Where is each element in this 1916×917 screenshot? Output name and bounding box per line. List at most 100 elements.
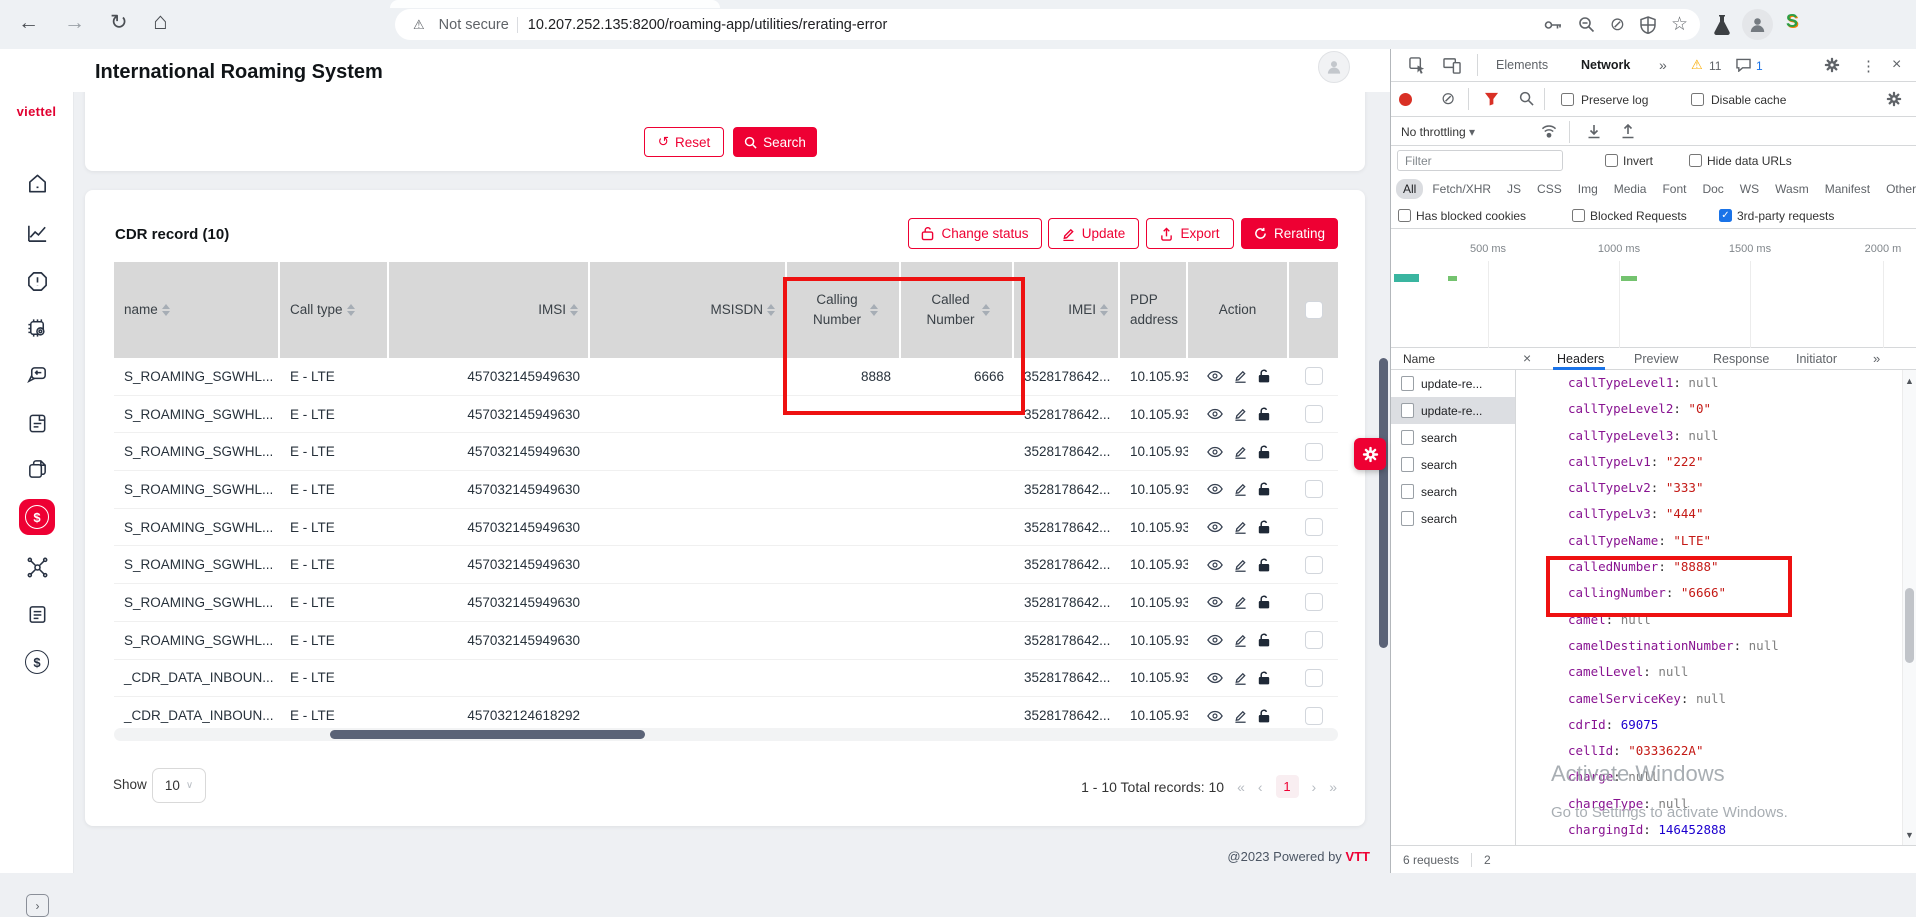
url-bar[interactable]: ⚠ Not secure 10.207.252.135:8200/roaming… — [395, 9, 1700, 40]
scroll-down-icon[interactable]: ▼ — [1905, 830, 1914, 840]
tab-headers[interactable]: Headers — [1557, 352, 1604, 366]
type-filter-chip[interactable]: Fetch/XHR — [1425, 179, 1498, 199]
preserve-log-checkbox[interactable] — [1561, 93, 1574, 106]
tab-network[interactable]: Network — [1581, 58, 1630, 72]
type-filter-chip[interactable]: Font — [1655, 179, 1693, 199]
hide-data-urls-checkbox[interactable] — [1689, 154, 1702, 167]
row-checkbox[interactable] — [1305, 480, 1323, 498]
table-row[interactable]: S_ROAMING_SGWHL... E - LTE 4570321459496… — [114, 622, 1338, 660]
payload-line[interactable]: callingNumber: "6666" — [1516, 580, 1902, 606]
blocked-requests-checkbox[interactable] — [1572, 209, 1585, 222]
col-header-call-type[interactable]: Call type — [280, 262, 389, 358]
rerating-button[interactable]: Rerating — [1241, 218, 1338, 249]
reset-button[interactable]: ↺ Reset — [644, 127, 724, 157]
table-row[interactable]: S_ROAMING_SGWHL... E - LTE 4570321459496… — [114, 396, 1338, 434]
sort-icon[interactable] — [570, 304, 578, 316]
type-filter-chip[interactable]: All — [1396, 179, 1423, 199]
payload-line[interactable]: callTypeLevel2: "0" — [1516, 396, 1902, 422]
cell-select[interactable] — [1289, 509, 1338, 546]
more-tabs-icon[interactable]: » — [1659, 57, 1667, 73]
console-messages-icon[interactable] — [1736, 58, 1751, 72]
close-devtools-icon[interactable]: × — [1892, 56, 1901, 74]
has-blocked-cookies-checkbox[interactable] — [1398, 209, 1411, 222]
view-eye-icon[interactable] — [1207, 672, 1223, 684]
request-row[interactable]: update-re... — [1391, 397, 1515, 424]
kebab-menu-icon[interactable]: ⋮ — [1861, 57, 1876, 75]
export-har-icon[interactable] — [1621, 124, 1635, 139]
edit-pencil-icon[interactable] — [1234, 709, 1247, 723]
cell-select[interactable] — [1289, 471, 1338, 508]
close-detail-icon[interactable]: × — [1523, 350, 1531, 366]
edit-pencil-icon[interactable] — [1234, 369, 1247, 383]
select-all-checkbox[interactable] — [1305, 301, 1323, 319]
payload-line[interactable]: callTypeLv2: "333" — [1516, 475, 1902, 501]
payload-line[interactable]: callTypeLevel1: null — [1516, 370, 1902, 396]
view-eye-icon[interactable] — [1207, 521, 1223, 533]
type-filter-chip[interactable]: Img — [1571, 179, 1605, 199]
payload-line[interactable]: camel: null — [1516, 607, 1902, 633]
lock-icon[interactable] — [1258, 445, 1270, 459]
warning-badge-icon[interactable]: ⚠ — [1691, 57, 1703, 73]
table-row[interactable]: S_ROAMING_SGWHL... E - LTE 4570321459496… — [114, 433, 1338, 471]
scroll-up-icon[interactable]: ▲ — [1905, 376, 1914, 386]
sort-icon[interactable] — [982, 304, 990, 316]
request-row[interactable]: search — [1391, 505, 1515, 532]
sidebar-item-copies[interactable] — [19, 451, 55, 487]
network-overview[interactable]: 500 ms 1000 ms 1500 ms 2000 m — [1391, 229, 1916, 348]
profile-avatar[interactable] — [1742, 9, 1773, 40]
sidebar-item-finance[interactable]: $ — [19, 644, 55, 680]
back-icon[interactable]: ← — [18, 12, 39, 33]
extension-s-icon[interactable]: S — [1786, 11, 1798, 32]
col-header-calling-number[interactable]: Calling Number — [787, 262, 901, 358]
search-button[interactable]: Search — [733, 127, 817, 157]
sort-icon[interactable] — [162, 304, 170, 316]
tab-response[interactable]: Response — [1713, 352, 1769, 366]
cell-select[interactable] — [1289, 660, 1338, 697]
view-eye-icon[interactable] — [1207, 446, 1223, 458]
lock-icon[interactable] — [1258, 558, 1270, 572]
bookmark-star-icon[interactable]: ☆ — [1671, 13, 1688, 36]
edit-pencil-icon[interactable] — [1234, 445, 1247, 459]
flask-icon[interactable] — [1712, 14, 1732, 36]
row-checkbox[interactable] — [1305, 593, 1323, 611]
payload-line[interactable]: camelDestinationNumber: null — [1516, 633, 1902, 659]
tab-elements[interactable]: Elements — [1496, 58, 1548, 72]
table-row[interactable]: S_ROAMING_SGWHL... E - LTE 4570321459496… — [114, 546, 1338, 584]
table-row[interactable]: S_ROAMING_SGWHL... E - LTE 4570321459496… — [114, 584, 1338, 622]
horizontal-scrollbar[interactable] — [114, 728, 1338, 741]
inspect-icon[interactable] — [1409, 57, 1426, 74]
zoom-out-icon[interactable] — [1578, 16, 1595, 33]
horizontal-scrollbar-thumb[interactable] — [330, 730, 645, 739]
col-header-imsi[interactable]: IMSI — [389, 262, 590, 358]
payload-line[interactable]: calledNumber: "8888" — [1516, 554, 1902, 580]
col-header-called-number[interactable]: Called Number — [901, 262, 1014, 358]
edit-pencil-icon[interactable] — [1234, 558, 1247, 572]
type-filter-chip[interactable]: Wasm — [1768, 179, 1816, 199]
export-button[interactable]: Export — [1146, 218, 1234, 249]
view-eye-icon[interactable] — [1207, 634, 1223, 646]
edit-pencil-icon[interactable] — [1234, 595, 1247, 609]
settings-fab-button[interactable] — [1354, 438, 1386, 470]
sort-icon[interactable] — [1100, 304, 1108, 316]
settings-gear-icon[interactable] — [1824, 57, 1840, 73]
filter-input[interactable]: Filter — [1397, 150, 1563, 171]
row-checkbox[interactable] — [1305, 405, 1323, 423]
device-toolbar-icon[interactable] — [1443, 57, 1461, 74]
sidebar-item-system[interactable] — [19, 310, 55, 346]
shield-icon[interactable] — [1640, 16, 1656, 34]
vertical-scrollbar-thumb[interactable] — [1379, 358, 1388, 648]
throttling-select[interactable]: No throttling ▾ — [1401, 125, 1475, 139]
sidebar-item-records[interactable] — [19, 596, 55, 632]
sidebar-item-network[interactable] — [19, 549, 55, 585]
request-row[interactable]: search — [1391, 451, 1515, 478]
view-eye-icon[interactable] — [1207, 710, 1223, 722]
tab-initiator[interactable]: Initiator — [1796, 352, 1837, 366]
reload-icon[interactable]: ↻ — [110, 12, 128, 33]
cell-select[interactable] — [1289, 433, 1338, 470]
last-page-button[interactable]: » — [1329, 779, 1337, 795]
view-eye-icon[interactable] — [1207, 408, 1223, 420]
search-network-icon[interactable] — [1519, 91, 1534, 106]
next-page-button[interactable]: › — [1312, 779, 1317, 795]
request-row[interactable]: search — [1391, 424, 1515, 451]
edit-pencil-icon[interactable] — [1234, 633, 1247, 647]
